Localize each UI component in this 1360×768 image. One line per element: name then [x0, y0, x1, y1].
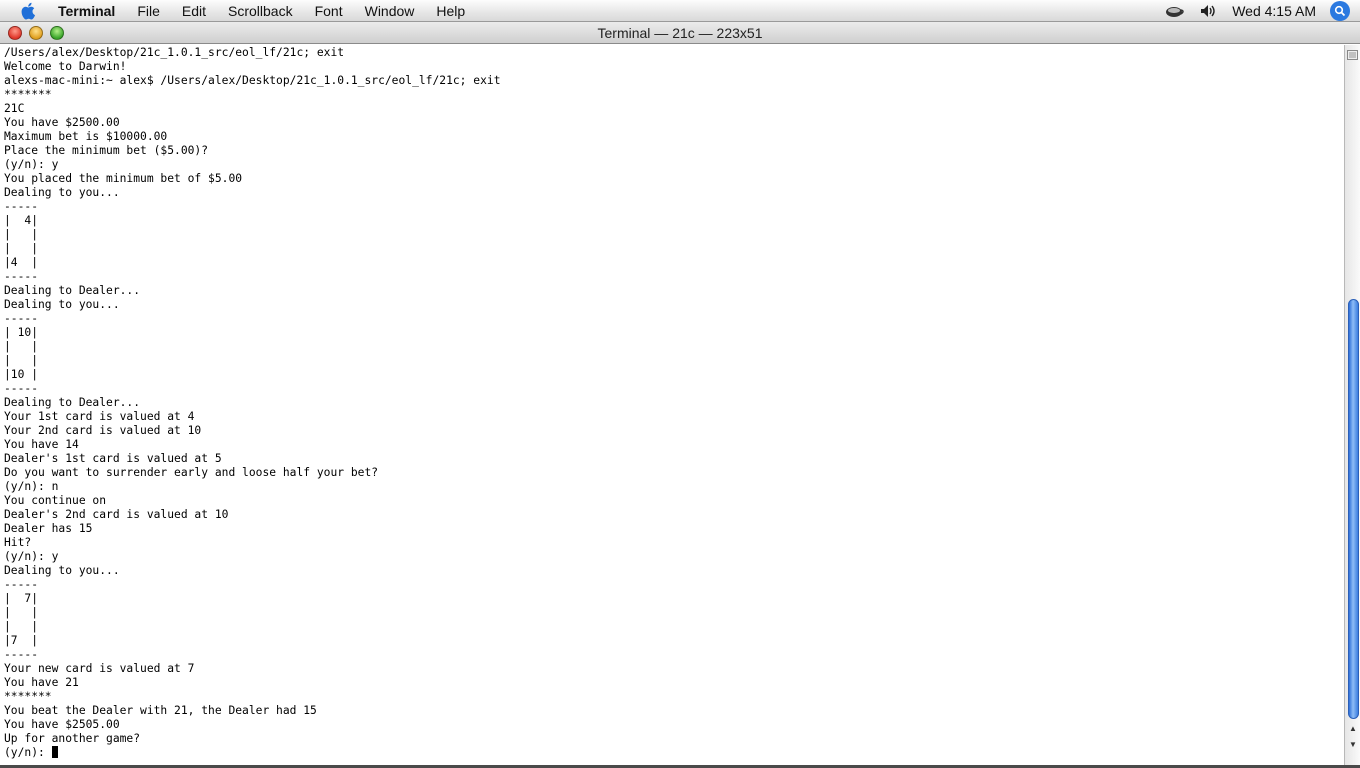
terminal-line: You continue on — [4, 494, 107, 507]
terminal-line: ----- — [4, 312, 39, 325]
menu-app-terminal[interactable]: Terminal — [54, 0, 126, 22]
terminal-line: Up for another game? — [4, 732, 141, 745]
scroll-up-arrow-icon[interactable]: ▲ — [1345, 721, 1360, 735]
terminal-line: You have $2505.00 — [4, 718, 120, 731]
terminal-output: /Users/alex/Desktop/21c_1.0.1_src/eol_lf… — [0, 45, 1344, 760]
zoom-button[interactable] — [50, 25, 64, 40]
menu-bar: Terminal File Edit Scrollback Font Windo… — [0, 0, 1360, 22]
volume-icon[interactable] — [1198, 0, 1220, 22]
terminal-line: (y/n): y — [4, 550, 59, 563]
menu-scrollback[interactable]: Scrollback — [217, 0, 304, 22]
window-controls — [8, 25, 71, 40]
text-cursor — [51, 746, 58, 758]
terminal-line: (y/n): y — [4, 158, 59, 171]
terminal-line: You have $2500.00 — [4, 116, 120, 129]
terminal-line: |4 | — [4, 256, 39, 269]
close-button[interactable] — [8, 25, 22, 40]
terminal-line: Welcome to Darwin! — [4, 60, 127, 73]
terminal-line: Maximum bet is $10000.00 — [4, 130, 168, 143]
terminal-line: Place the minimum bet ($5.00)? — [4, 144, 209, 157]
terminal-line: Dealing to you... — [4, 186, 120, 199]
terminal-line: | 4| — [4, 214, 39, 227]
split-pane-icon[interactable] — [1347, 47, 1358, 60]
terminal-line: You have 21 — [4, 676, 79, 689]
terminal-line: (y/n): n — [4, 480, 59, 493]
terminal-line: ******* — [4, 690, 52, 703]
terminal-line: Your 1st card is valued at 4 — [4, 410, 195, 423]
terminal-line: |10 | — [4, 368, 39, 381]
terminal-line: Dealer has 15 — [4, 522, 93, 535]
menu-edit[interactable]: Edit — [171, 0, 217, 22]
terminal-line: /Users/alex/Desktop/21c_1.0.1_src/eol_lf… — [4, 46, 345, 59]
menu-clock[interactable]: Wed 4:15 AM — [1232, 3, 1316, 19]
terminal-line: | | — [4, 354, 39, 367]
menu-help[interactable]: Help — [425, 0, 476, 22]
terminal-line: Your new card is valued at 7 — [4, 662, 195, 675]
terminal-line: | 10| — [4, 326, 39, 339]
terminal-line: Your 2nd card is valued at 10 — [4, 424, 202, 437]
menu-extras: Wed 4:15 AM — [1164, 0, 1360, 22]
terminal-line: alexs-mac-mini:~ alex$ /Users/alex/Deskt… — [4, 74, 501, 87]
terminal-prompt: (y/n): — [4, 746, 52, 759]
scroll-thumb[interactable] — [1348, 299, 1359, 719]
terminal-line: Do you want to surrender early and loose… — [4, 466, 379, 479]
terminal-line: | 7| — [4, 592, 39, 605]
terminal-view[interactable]: /Users/alex/Desktop/21c_1.0.1_src/eol_lf… — [0, 45, 1344, 765]
apple-menu-icon[interactable] — [18, 0, 40, 22]
terminal-line: | | — [4, 340, 39, 353]
terminal-line: | | — [4, 606, 39, 619]
vertical-scrollbar[interactable]: ▲ ▼ — [1344, 45, 1360, 765]
terminal-line: | | — [4, 620, 39, 633]
terminal-prompt-line[interactable]: (y/n): — [4, 746, 1344, 760]
menu-window[interactable]: Window — [354, 0, 426, 22]
scroll-down-arrow-icon[interactable]: ▼ — [1345, 737, 1360, 751]
terminal-line: You have 14 — [4, 438, 79, 451]
terminal-line: ******* — [4, 88, 52, 101]
spotlight-search-icon[interactable] — [1330, 0, 1350, 21]
minimize-button[interactable] — [29, 25, 43, 40]
terminal-line: ----- — [4, 578, 39, 591]
terminal-line: ----- — [4, 382, 39, 395]
terminal-line: Dealing to you... — [4, 298, 120, 311]
coffee-cup-icon[interactable] — [1164, 0, 1186, 22]
terminal-line: Dealing to Dealer... — [4, 396, 141, 409]
terminal-line: | | — [4, 242, 39, 255]
terminal-line: | | — [4, 228, 39, 241]
menu-font[interactable]: Font — [304, 0, 354, 22]
terminal-line: You placed the minimum bet of $5.00 — [4, 172, 243, 185]
terminal-line: 21C — [4, 102, 25, 115]
terminal-line: ----- — [4, 200, 39, 213]
terminal-line: You beat the Dealer with 21, the Dealer … — [4, 704, 317, 717]
window-titlebar[interactable]: Terminal — 21c — 223x51 — [0, 22, 1360, 44]
terminal-line: Dealing to Dealer... — [4, 284, 141, 297]
terminal-line: Hit? — [4, 536, 32, 549]
terminal-line: Dealing to you... — [4, 564, 120, 577]
terminal-line: |7 | — [4, 634, 39, 647]
window-title: Terminal — 21c — 223x51 — [597, 24, 763, 41]
menu-file[interactable]: File — [126, 0, 171, 22]
terminal-line: Dealer's 1st card is valued at 5 — [4, 452, 222, 465]
terminal-line: ----- — [4, 270, 39, 283]
terminal-line: Dealer's 2nd card is valued at 10 — [4, 508, 229, 521]
terminal-line: ----- — [4, 648, 39, 661]
